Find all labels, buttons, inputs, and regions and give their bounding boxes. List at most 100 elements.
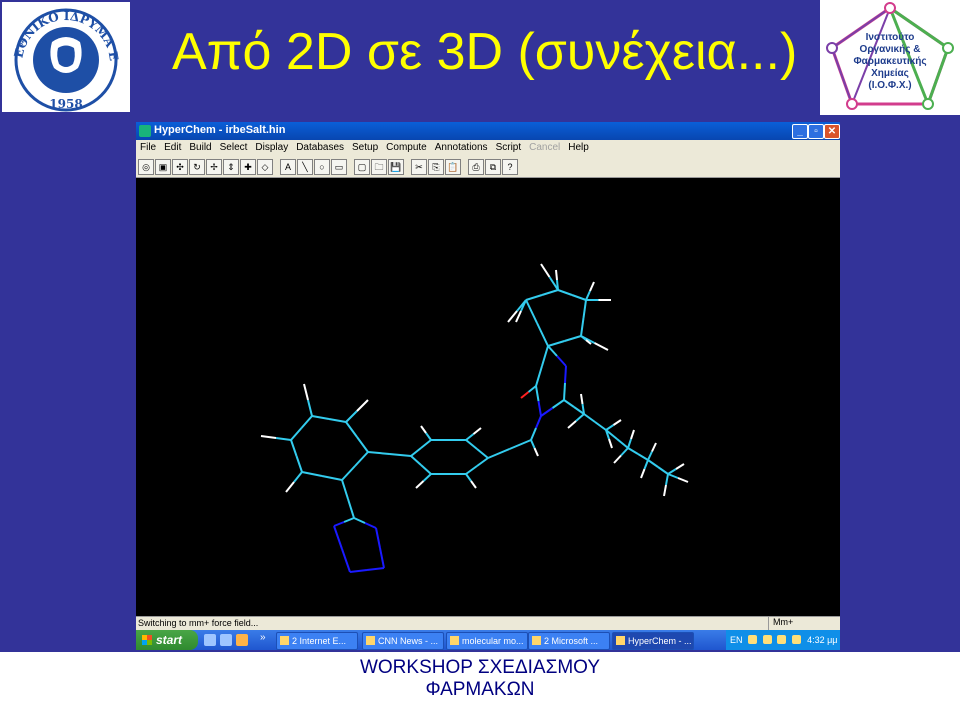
print-icon[interactable]: ⎙ — [468, 159, 484, 175]
menu-display[interactable]: Display — [251, 140, 292, 155]
bond — [555, 269, 558, 281]
translate-z-icon[interactable]: ⇕ — [223, 159, 239, 175]
menu-build[interactable]: Build — [185, 140, 215, 155]
menu-annotations[interactable]: Annotations — [431, 140, 492, 155]
bond — [608, 438, 613, 449]
benzene-bond — [290, 427, 303, 441]
bond — [260, 435, 277, 439]
rotate-in-icon[interactable]: ↻ — [189, 159, 205, 175]
close-button[interactable]: ✕ — [824, 124, 840, 139]
taskbar-button-2[interactable]: CNN News - ... — [362, 632, 444, 650]
line-icon[interactable]: ╲ — [297, 159, 313, 175]
menu-select[interactable]: Select — [216, 140, 252, 155]
rotate-out-icon[interactable]: ✣ — [172, 159, 188, 175]
bond — [567, 420, 577, 429]
copy-icon[interactable]: ⎘ — [428, 159, 444, 175]
bond — [630, 429, 635, 440]
start-button[interactable]: start — [136, 630, 198, 650]
menu-script[interactable]: Script — [492, 140, 526, 155]
open-icon[interactable]: 🗀 — [371, 159, 387, 175]
ring-bond — [540, 407, 554, 417]
molecule-canvas[interactable] — [136, 178, 840, 616]
menu-setup[interactable]: Setup — [348, 140, 382, 155]
logo-line-4: Χημείας — [871, 68, 909, 79]
tray-icon-1[interactable] — [748, 635, 758, 644]
task-label: 2 Microsoft ... — [544, 636, 599, 646]
language-indicator[interactable]: EN — [730, 635, 743, 645]
taskbar-button-1[interactable]: 2 Internet E... — [276, 632, 358, 650]
bond — [643, 459, 649, 470]
draw-icon[interactable]: ◎ — [138, 159, 154, 175]
bond — [303, 383, 309, 401]
maximize-button[interactable]: ▫ — [808, 124, 824, 139]
benzene-bond — [321, 475, 343, 481]
bond — [530, 439, 536, 449]
cut-icon[interactable]: ✂ — [411, 159, 427, 175]
slide-footer: WORKSHOP ΣΧΕΔΙΑΣΜΟΥ ΦΑΡΜΑΚΩΝ — [340, 657, 620, 701]
tray-icon-2[interactable] — [762, 635, 772, 644]
bond — [345, 410, 358, 423]
clock: 4:32 μμ — [807, 635, 838, 645]
quicklaunch-more-button[interactable]: » — [260, 632, 266, 643]
bond — [575, 413, 585, 422]
benzene-bond — [301, 471, 323, 477]
task-icon — [616, 636, 625, 645]
new-icon[interactable]: ▢ — [354, 159, 370, 175]
text-icon[interactable]: A — [280, 159, 296, 175]
paste-icon[interactable]: 📋 — [445, 159, 461, 175]
tetrazole-bond — [375, 527, 381, 549]
menu-compute[interactable]: Compute — [382, 140, 431, 155]
tetrazole-bond — [364, 522, 377, 529]
quicklaunch-ie-icon[interactable] — [204, 634, 216, 646]
bond — [583, 413, 596, 423]
benzene-bond — [311, 415, 330, 420]
taskbar-button-4[interactable]: 2 Microsoft ... — [528, 632, 610, 650]
translate-icon[interactable]: ✢ — [206, 159, 222, 175]
benzene-bond — [356, 436, 369, 453]
bond — [585, 290, 591, 301]
menu-help[interactable]: Help — [564, 140, 593, 155]
help-icon[interactable]: ? — [502, 159, 518, 175]
menu-file[interactable]: File — [136, 140, 160, 155]
tray-icon-4[interactable] — [791, 635, 801, 644]
bond — [640, 468, 646, 479]
bond — [594, 342, 609, 351]
tetrazole-bond — [379, 547, 385, 569]
menu-databases[interactable]: Databases — [292, 140, 348, 155]
cyclopentane-bond — [557, 289, 573, 296]
benzene-bond — [410, 447, 422, 457]
task-icon — [450, 636, 459, 645]
minimize-button[interactable]: _ — [792, 124, 808, 139]
hyperchem-window: HyperChem - irbeSalt.hin _ ▫ ✕ File Edit B… — [136, 122, 840, 650]
logo-line-2: Οργανικής & — [860, 44, 921, 55]
zoom-icon[interactable]: ✚ — [240, 159, 256, 175]
copy-image-icon[interactable]: ⧉ — [485, 159, 501, 175]
save-icon[interactable]: 💾 — [388, 159, 404, 175]
taskbar-button-5[interactable]: HyperChem - ... — [612, 632, 694, 650]
quicklaunch-desktop-icon[interactable] — [220, 634, 232, 646]
quicklaunch-media-icon[interactable] — [236, 634, 248, 646]
circle-icon[interactable]: ○ — [314, 159, 330, 175]
task-label: CNN News - ... — [378, 636, 439, 646]
clip-icon[interactable]: ◇ — [257, 159, 273, 175]
logo-line-1: Ινστιτούτο — [866, 32, 915, 43]
menu-bar: File Edit Build Select Display Databases Setup… — [136, 140, 840, 157]
bond — [341, 479, 349, 500]
bond — [507, 310, 518, 323]
slide-title: Από 2D σε 3D (συνέχεια...) — [172, 23, 798, 81]
taskbar-button-3[interactable]: molecular mo... — [446, 632, 528, 650]
menu-edit[interactable]: Edit — [160, 140, 185, 155]
benzene-bond — [328, 418, 347, 423]
select-icon[interactable]: ▣ — [155, 159, 171, 175]
tray-icon-3[interactable] — [777, 635, 787, 644]
status-bar: Switching to mm+ force field... Mm+ — [136, 616, 840, 631]
rectangle-icon[interactable]: ▭ — [331, 159, 347, 175]
window-titlebar[interactable]: HyperChem - irbeSalt.hin _ ▫ ✕ — [136, 122, 840, 140]
bond — [594, 421, 607, 431]
bond — [540, 263, 551, 278]
bond — [663, 484, 667, 497]
ring-bond — [563, 382, 566, 401]
bond — [533, 447, 539, 457]
task-icon — [280, 636, 289, 645]
bond — [293, 471, 303, 483]
